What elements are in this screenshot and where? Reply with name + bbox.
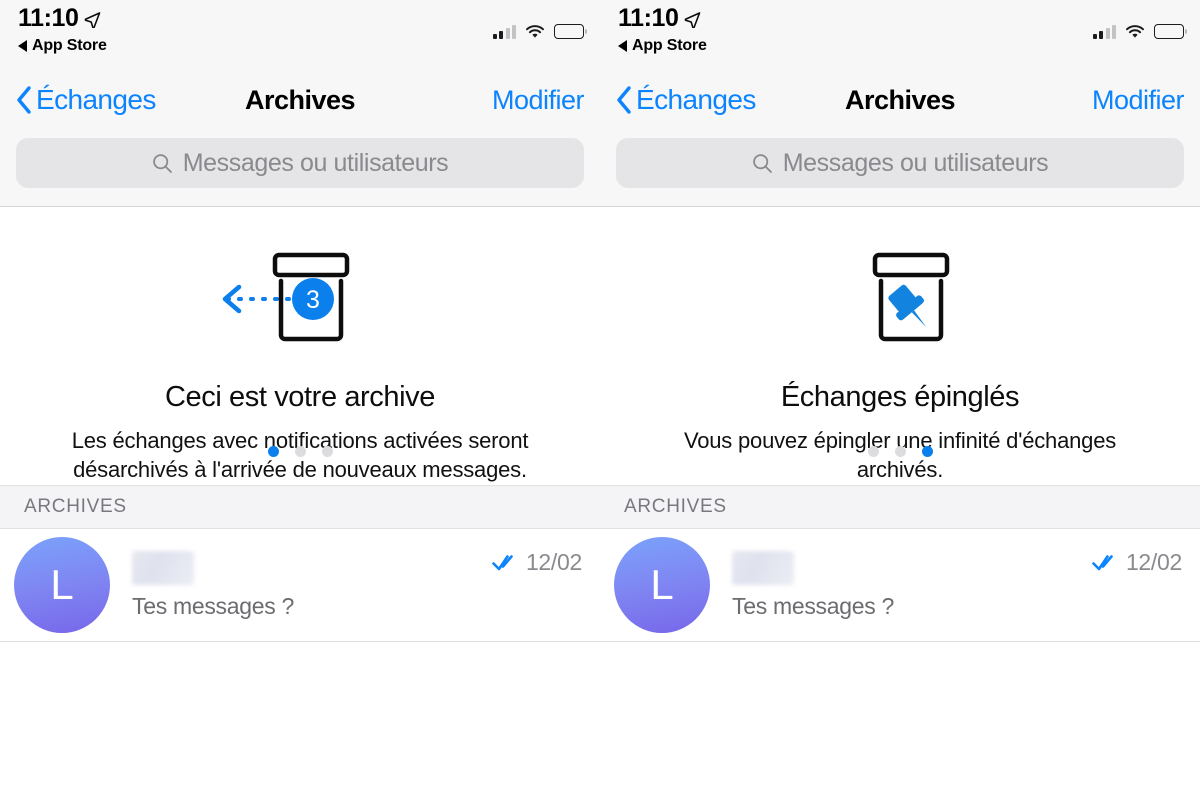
contact-name-redacted	[132, 551, 194, 585]
search-bar-container: Messages ou utilisateurs	[600, 128, 1200, 206]
page-indicator[interactable]	[0, 445, 600, 457]
badge-count: 3	[306, 286, 320, 314]
message-date: 12/02	[525, 548, 582, 575]
back-button-label: Échanges	[36, 84, 156, 115]
onboarding-card-archive: 3 Ceci est votre archive Les échanges av…	[0, 207, 600, 485]
navigation-bar: Échanges Archives Modifier	[0, 72, 600, 128]
message-date: 12/02	[1125, 548, 1182, 575]
section-header-archives: ARCHIVES	[0, 484, 600, 529]
chevron-left-icon	[17, 86, 31, 114]
location-arrow-icon	[84, 11, 100, 28]
double-check-icon	[1092, 555, 1113, 571]
cellular-signal-icon	[1092, 24, 1116, 39]
phone-screen-archive-intro: 11:10 App Store Échanges Archives Modifi…	[0, 0, 600, 800]
page-dot-1[interactable]	[867, 445, 879, 457]
conversation-row-main: Tes messages ?	[132, 551, 492, 618]
section-header-archives: ARCHIVES	[600, 484, 1200, 529]
status-bar-left: 11:10 App Store	[618, 6, 707, 54]
message-preview: Tes messages ?	[732, 593, 894, 619]
navigation-bar: Échanges Archives Modifier	[600, 72, 1200, 128]
cellular-signal-icon	[492, 24, 516, 39]
wifi-icon	[1126, 25, 1144, 38]
back-button-echanges[interactable]: Échanges	[616, 86, 756, 114]
onboarding-title: Échanges épinglés	[780, 381, 1020, 413]
avatar: L	[14, 536, 110, 633]
pushpin-icon	[888, 284, 927, 328]
section-header-label: ARCHIVES	[24, 495, 127, 517]
back-button-label: Échanges	[636, 84, 756, 115]
back-to-app-store-button[interactable]: App Store	[18, 38, 107, 54]
page-dot-1[interactable]	[267, 445, 279, 457]
archive-box-with-badge-icon: 3	[205, 241, 395, 353]
back-triangle-icon	[18, 40, 27, 52]
page-dot-3[interactable]	[921, 445, 933, 457]
page-dot-3[interactable]	[321, 445, 333, 457]
conversation-row-meta: 12/02	[492, 548, 582, 575]
search-icon	[152, 153, 172, 173]
message-preview: Tes messages ?	[132, 593, 294, 619]
location-arrow-icon	[684, 11, 700, 28]
conversation-row[interactable]: L Tes messages ? 12/02	[0, 528, 600, 642]
onboarding-card-pinned: Échanges épinglés Vous pouvez épingler u…	[600, 207, 1200, 485]
conversation-row-main: Tes messages ?	[732, 551, 1092, 618]
top-chrome: 11:10 App Store Échanges Archives Modifi…	[0, 0, 600, 207]
status-bar-left: 11:10 App Store	[18, 6, 107, 54]
onboarding-title: Ceci est votre archive	[164, 381, 436, 413]
dual-screenshot-container: 11:10 App Store Échanges Archives Modifi…	[0, 0, 1200, 800]
conversation-row-meta: 12/02	[1092, 548, 1182, 575]
search-input[interactable]: Messages ou utilisateurs	[16, 138, 584, 188]
battery-icon	[1154, 24, 1187, 39]
top-chrome: 11:10 App Store Échanges Archives Modifi…	[600, 0, 1200, 207]
section-header-label: ARCHIVES	[624, 495, 727, 517]
edit-button[interactable]: Modifier	[1092, 85, 1185, 116]
avatar-initial: L	[650, 560, 674, 608]
page-dot-2[interactable]	[894, 445, 906, 457]
avatar: L	[614, 536, 710, 633]
status-bar-right	[1092, 24, 1187, 39]
list-empty-area	[600, 641, 1200, 800]
conversation-row[interactable]: L Tes messages ? 12/02	[600, 528, 1200, 642]
archive-box-with-pin-icon	[805, 241, 995, 353]
search-placeholder: Messages ou utilisateurs	[782, 148, 1049, 177]
avatar-initial: L	[50, 560, 74, 608]
back-app-label: App Store	[32, 37, 107, 54]
status-bar-right	[492, 24, 587, 39]
phone-screen-pinned-intro: 11:10 App Store Échanges Archives Modifi…	[600, 0, 1200, 800]
wifi-icon	[526, 25, 544, 38]
back-to-app-store-button[interactable]: App Store	[618, 38, 707, 54]
search-icon	[752, 153, 772, 173]
back-app-label: App Store	[632, 37, 707, 54]
page-indicator[interactable]	[600, 445, 1200, 457]
status-bar: 11:10 App Store	[0, 0, 600, 72]
chevron-left-icon	[617, 86, 631, 114]
contact-name-redacted	[732, 551, 794, 585]
edit-button[interactable]: Modifier	[492, 85, 585, 116]
search-input[interactable]: Messages ou utilisateurs	[616, 138, 1184, 188]
status-time: 11:10	[618, 4, 679, 32]
page-dot-2[interactable]	[294, 445, 306, 457]
search-placeholder: Messages ou utilisateurs	[182, 148, 449, 177]
back-triangle-icon	[618, 40, 627, 52]
battery-icon	[554, 24, 587, 39]
double-check-icon	[492, 555, 513, 571]
list-empty-area	[0, 641, 600, 800]
status-time: 11:10	[18, 4, 79, 32]
status-bar: 11:10 App Store	[600, 0, 1200, 72]
back-button-echanges[interactable]: Échanges	[16, 86, 156, 114]
search-bar-container: Messages ou utilisateurs	[0, 128, 600, 206]
